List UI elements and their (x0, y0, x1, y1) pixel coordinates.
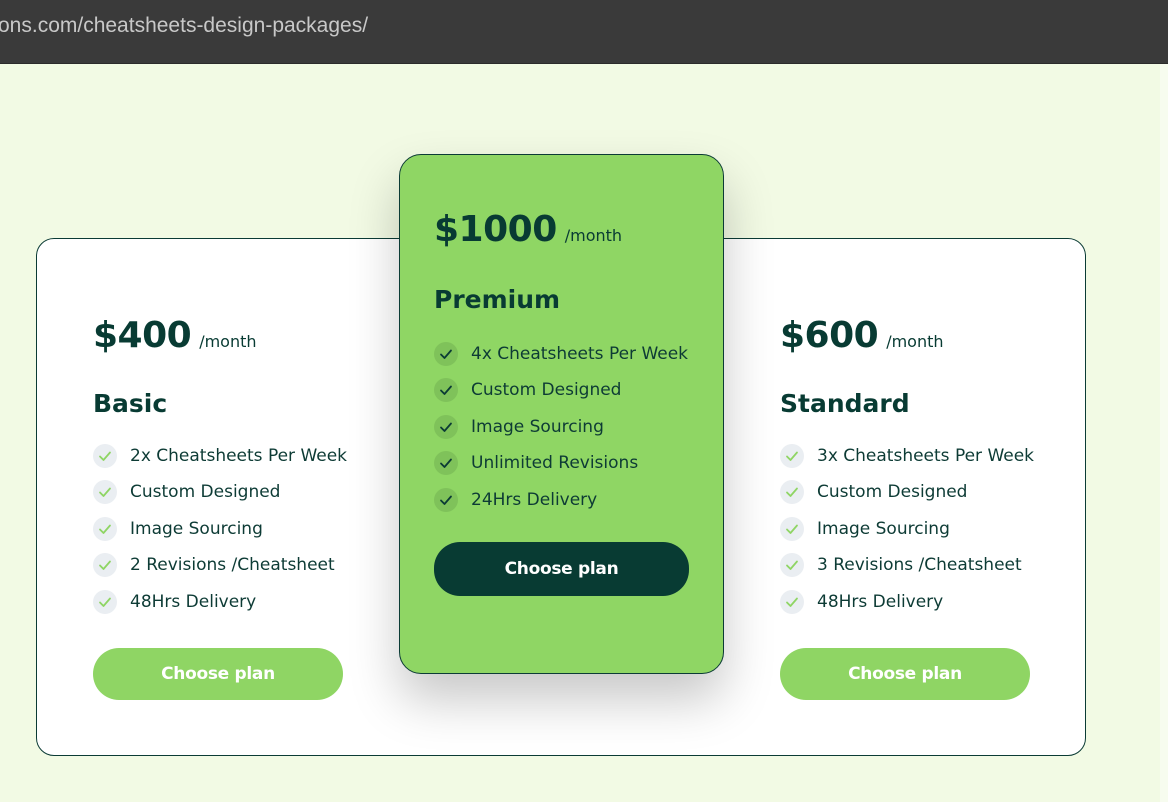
check-icon (434, 341, 458, 366)
feature-label: Image Sourcing (817, 518, 950, 539)
feature-item: 3x Cheatsheets Per Week (780, 438, 1050, 475)
feature-item: Image Sourcing (93, 511, 363, 548)
choose-plan-standard-button[interactable]: Choose plan (780, 648, 1030, 700)
feature-label: 2x Cheatsheets Per Week (130, 445, 348, 466)
feature-item: 2 Revisions /Cheatsheet (93, 547, 363, 584)
feature-label: Unlimited Revisions (471, 453, 639, 474)
feature-label: Image Sourcing (130, 518, 263, 539)
plan-name: Basic (93, 389, 168, 418)
feature-item: 48Hrs Delivery (93, 584, 363, 621)
feature-item: 4x Cheatsheets Per Week (434, 336, 704, 373)
plan-basic: $400 /month Basic 2x Cheatsheets Per Wee… (93, 318, 363, 620)
feature-list: 4x Cheatsheets Per Week Custom Designed … (434, 336, 704, 519)
plan-price: $400 (93, 315, 192, 356)
check-icon (93, 443, 117, 468)
check-icon (780, 589, 804, 614)
check-icon (434, 378, 458, 403)
check-icon (780, 516, 804, 541)
feature-item: Custom Designed (780, 474, 1050, 511)
page-scrollbar-track[interactable] (1160, 64, 1168, 802)
price-row: $600 /month (780, 318, 1050, 362)
choose-plan-basic-button[interactable]: Choose plan (93, 648, 343, 700)
feature-item: 24Hrs Delivery (434, 482, 704, 519)
check-icon (780, 480, 804, 505)
plan-price: $600 (780, 315, 879, 356)
check-icon (93, 589, 117, 614)
feature-item: 2x Cheatsheets Per Week (93, 438, 363, 475)
plan-premium: $1000 /month Premium 4x Cheatsheets Per … (434, 212, 704, 518)
feature-label: 3x Cheatsheets Per Week (817, 445, 1035, 466)
feature-item: Unlimited Revisions (434, 445, 704, 482)
feature-label: 2 Revisions /Cheatsheet (130, 555, 335, 576)
feature-label: 4x Cheatsheets Per Week (471, 343, 689, 364)
feature-list: 2x Cheatsheets Per Week Custom Designed … (93, 438, 363, 621)
check-icon (434, 414, 458, 439)
feature-label: Custom Designed (471, 380, 622, 401)
check-icon (434, 487, 458, 512)
feature-item: Image Sourcing (434, 409, 704, 446)
feature-item: Image Sourcing (780, 511, 1050, 548)
plan-name: Premium (434, 285, 561, 314)
plan-period: /month (886, 332, 944, 351)
plan-name: Standard (780, 389, 910, 418)
price-row: $400 /month (93, 318, 363, 362)
feature-item: Custom Designed (434, 372, 704, 409)
plan-period: /month (199, 332, 257, 351)
feature-item: 3 Revisions /Cheatsheet (780, 547, 1050, 584)
feature-label: Custom Designed (130, 482, 281, 503)
check-icon (93, 480, 117, 505)
price-row: $1000 /month (434, 212, 704, 256)
check-icon (93, 553, 117, 578)
choose-plan-premium-button[interactable]: Choose plan (434, 542, 689, 596)
browser-address-bar[interactable]: ons.com/cheatsheets-design-packages/ (0, 0, 1168, 64)
check-icon (434, 451, 458, 476)
feature-list: 3x Cheatsheets Per Week Custom Designed … (780, 438, 1050, 621)
feature-item: 48Hrs Delivery (780, 584, 1050, 621)
feature-label: 48Hrs Delivery (817, 591, 944, 612)
plan-standard: $600 /month Standard 3x Cheatsheets Per … (780, 318, 1050, 620)
plan-period: /month (564, 226, 623, 245)
check-icon (93, 516, 117, 541)
feature-label: 3 Revisions /Cheatsheet (817, 555, 1022, 576)
feature-item: Custom Designed (93, 474, 363, 511)
url-text[interactable]: ons.com/cheatsheets-design-packages/ (0, 14, 368, 38)
plan-price: $1000 (434, 209, 557, 250)
check-icon (780, 443, 804, 468)
feature-label: 24Hrs Delivery (471, 489, 598, 510)
feature-label: Image Sourcing (471, 416, 604, 437)
feature-label: 48Hrs Delivery (130, 591, 257, 612)
feature-label: Custom Designed (817, 482, 968, 503)
check-icon (780, 553, 804, 578)
